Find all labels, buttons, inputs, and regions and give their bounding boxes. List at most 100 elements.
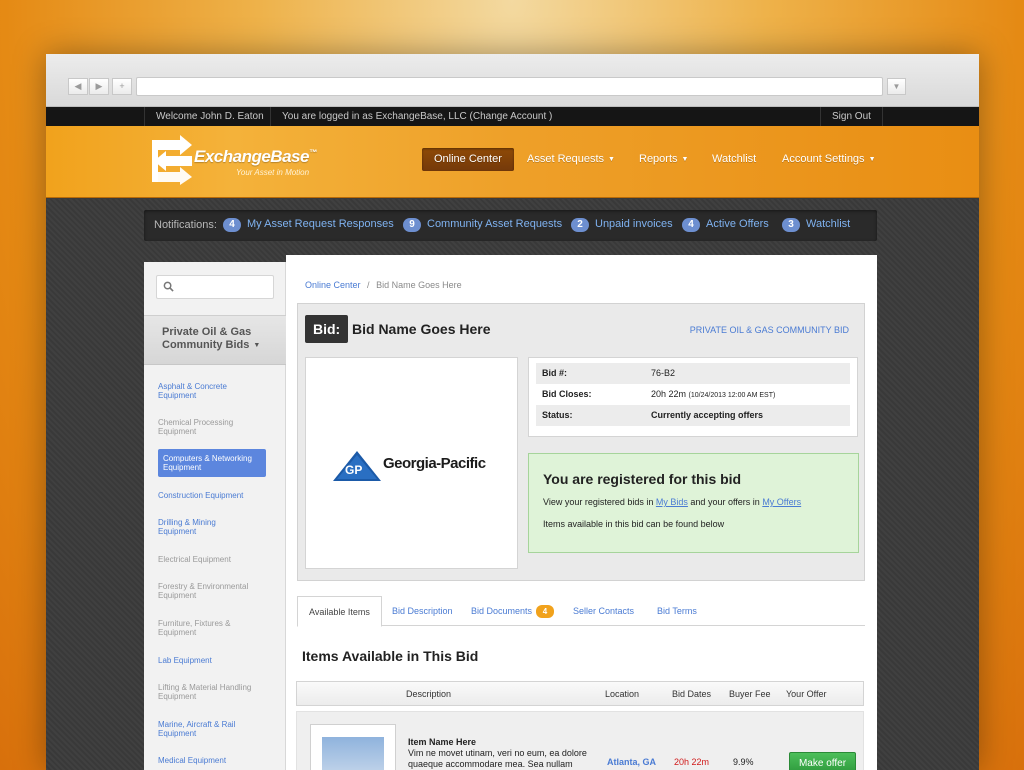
notif-community-asset-requests[interactable]: 9 Community Asset Requests: [403, 218, 562, 232]
sidebar-item-forestry-environmental[interactable]: Forestry & Environmental Equipment: [158, 582, 266, 600]
tab-bid-terms[interactable]: Bid Terms: [657, 596, 697, 626]
georgia-pacific-logo: GP Georgia-Pacific: [333, 451, 498, 481]
registration-notice: You are registered for this bid View you…: [528, 453, 859, 553]
sidebar-item-electrical[interactable]: Electrical Equipment: [158, 555, 266, 564]
item-location-link[interactable]: Atlanta, GA: [607, 757, 656, 767]
col-buyer-fee[interactable]: Buyer Fee: [729, 689, 771, 699]
bid-number-row: Bid #: 76-B2: [536, 363, 850, 384]
sidebar-item-furniture-fixtures[interactable]: Furniture, Fixtures & Equipment: [158, 619, 266, 637]
count-badge: 4: [682, 218, 700, 232]
browser-toolbar: ◀ ▶ + ▼: [46, 54, 979, 107]
notifications-label: Notifications:: [154, 219, 217, 231]
main-content: Online Center / Bid Name Goes Here Bid: …: [286, 255, 877, 770]
sidebar-heading-line1: Private Oil & Gas: [162, 326, 252, 338]
col-your-offer[interactable]: Your Offer: [786, 689, 827, 699]
user-bar: Welcome John D. Eaton You are logged in …: [46, 107, 979, 126]
count-badge: 4: [536, 605, 555, 618]
exchange-arrows-icon: [152, 135, 192, 185]
status-text: Currently accepting offers: [651, 410, 764, 420]
col-description[interactable]: Description: [406, 689, 451, 699]
company-name: Georgia-Pacific: [383, 455, 486, 472]
caret-down-icon: ▼: [868, 156, 876, 163]
forward-button[interactable]: ▶: [89, 78, 109, 95]
new-tab-button[interactable]: +: [112, 78, 132, 95]
sidebar-item-construction[interactable]: Construction Equipment: [158, 491, 266, 500]
bid-closes-row: Bid Closes: 20h 22m (10/24/2013 12:00 AM…: [536, 384, 850, 405]
sidebar-item-computers-networking[interactable]: Computers & Networking Equipment: [158, 449, 266, 477]
logged-in-text[interactable]: You are logged in as ExchangeBase, LLC (…: [270, 107, 563, 126]
table-row: Item Name Here Vim ne movet utinam, veri…: [296, 711, 864, 770]
registration-title: You are registered for this bid: [543, 471, 742, 487]
notif-asset-request-responses[interactable]: 4 My Asset Request Responses: [223, 218, 394, 232]
sidebar-category-dropdown[interactable]: Private Oil & Gas Community Bids ▼: [144, 315, 286, 365]
my-bids-link[interactable]: My Bids: [656, 497, 688, 507]
bid-tabs: Available Items Bid Description Bid Docu…: [297, 596, 865, 627]
item-thumbnail[interactable]: [310, 724, 396, 770]
breadcrumb-separator: /: [367, 280, 370, 290]
address-bar[interactable]: [136, 77, 883, 96]
item-bid-dates: 20h 22m: [674, 757, 710, 767]
bid-status-row: Status: Currently accepting offers: [536, 405, 850, 426]
sidebar-item-chemical-processing[interactable]: Chemical Processing Equipment: [158, 418, 266, 436]
items-section-title: Items Available in This Bid: [302, 648, 479, 664]
items-table-header: Description Location Bid Dates Buyer Fee…: [296, 681, 864, 706]
exchangebase-logo[interactable]: ExchangeBase™ Your Asset in Motion: [150, 134, 350, 186]
notif-watchlist[interactable]: 3 Watchlist: [782, 218, 850, 232]
tab-seller-contacts[interactable]: Seller Contacts: [573, 596, 634, 626]
brand-name: ExchangeBase™: [194, 147, 317, 166]
tab-bid-description[interactable]: Bid Description: [392, 596, 453, 626]
item-description: Vim ne movet utinam, veri no eum, ea dol…: [408, 748, 587, 769]
item-photo: [322, 737, 384, 770]
search-icon: [163, 281, 174, 292]
item-buyer-fee: 9.9%: [733, 757, 754, 767]
registration-note: Items available in this bid can be found…: [543, 519, 725, 529]
nav-watchlist[interactable]: Watchlist: [712, 148, 756, 171]
registration-links: View your registered bids in My Bids and…: [543, 497, 802, 507]
nav-reports[interactable]: Reports ▼: [639, 148, 688, 171]
tab-available-items[interactable]: Available Items: [297, 596, 382, 627]
sidebar-search-input[interactable]: [156, 275, 274, 299]
col-location[interactable]: Location: [605, 689, 639, 699]
site-header: ExchangeBase™ Your Asset in Motion Onlin…: [46, 126, 979, 198]
nav-asset-requests[interactable]: Asset Requests ▼: [527, 148, 615, 171]
brand-tagline: Your Asset in Motion: [236, 168, 310, 177]
sidebar-item-medical[interactable]: Medical Equipment: [158, 756, 266, 765]
nav-account-settings[interactable]: Account Settings ▼: [782, 148, 876, 171]
my-offers-link[interactable]: My Offers: [762, 497, 801, 507]
breadcrumb-online-center[interactable]: Online Center: [305, 280, 361, 290]
back-button[interactable]: ◀: [68, 78, 88, 95]
breadcrumb: Online Center / Bid Name Goes Here: [305, 280, 462, 290]
gp-mark: GP: [345, 463, 363, 477]
caret-down-icon: ▼: [253, 342, 261, 349]
bid-tag: Bid:: [305, 315, 349, 343]
count-badge: 3: [782, 218, 800, 232]
bid-closes-countdown: 20h 22m (10/24/2013 12:00 AM EST): [651, 389, 776, 399]
back-arrow-icon: ◀: [74, 81, 82, 91]
count-badge: 4: [223, 218, 241, 232]
notif-active-offers[interactable]: 4 Active Offers: [682, 218, 769, 232]
sidebar-item-asphalt-concrete[interactable]: Asphalt & Concrete Equipment: [158, 382, 266, 400]
col-bid-dates[interactable]: Bid Dates: [672, 689, 711, 699]
company-logo-box: GP Georgia-Pacific: [305, 357, 518, 569]
sidebar-item-lifting-material-handling[interactable]: Lifting & Material Handling Equipment: [158, 683, 266, 701]
sign-out-link[interactable]: Sign Out: [820, 107, 883, 126]
dropdown-arrow-icon: ▼: [892, 82, 901, 91]
tab-bid-documents[interactable]: Bid Documents 4: [471, 596, 555, 626]
sidebar-item-lab[interactable]: Lab Equipment: [158, 656, 266, 665]
notifications-bar: Notifications: 4 My Asset Request Respons…: [144, 210, 877, 241]
browser-window: ◀ ▶ + ▼ Welcome John D. Eaton You are lo…: [46, 54, 979, 770]
browser-menu-button[interactable]: ▼: [887, 78, 906, 95]
caret-down-icon: ▼: [608, 156, 615, 163]
bid-category-link[interactable]: PRIVATE OIL & GAS COMMUNITY BID: [690, 325, 849, 335]
bid-title: Bid Name Goes Here: [352, 321, 491, 337]
caret-down-icon: ▼: [681, 156, 689, 163]
item-name[interactable]: Item Name Here: [408, 737, 476, 747]
nav-online-center[interactable]: Online Center: [422, 148, 514, 171]
count-badge: 2: [571, 218, 589, 232]
make-offer-button[interactable]: Make offer: [789, 752, 856, 770]
page-body: Notifications: 4 My Asset Request Respons…: [46, 199, 979, 770]
breadcrumb-current: Bid Name Goes Here: [376, 280, 462, 290]
sidebar-item-marine-aircraft-rail[interactable]: Marine, Aircraft & Rail Equipment: [158, 720, 266, 738]
notif-unpaid-invoices[interactable]: 2 Unpaid invoices: [571, 218, 673, 232]
sidebar-item-drilling-mining[interactable]: Drilling & Mining Equipment: [158, 518, 266, 536]
